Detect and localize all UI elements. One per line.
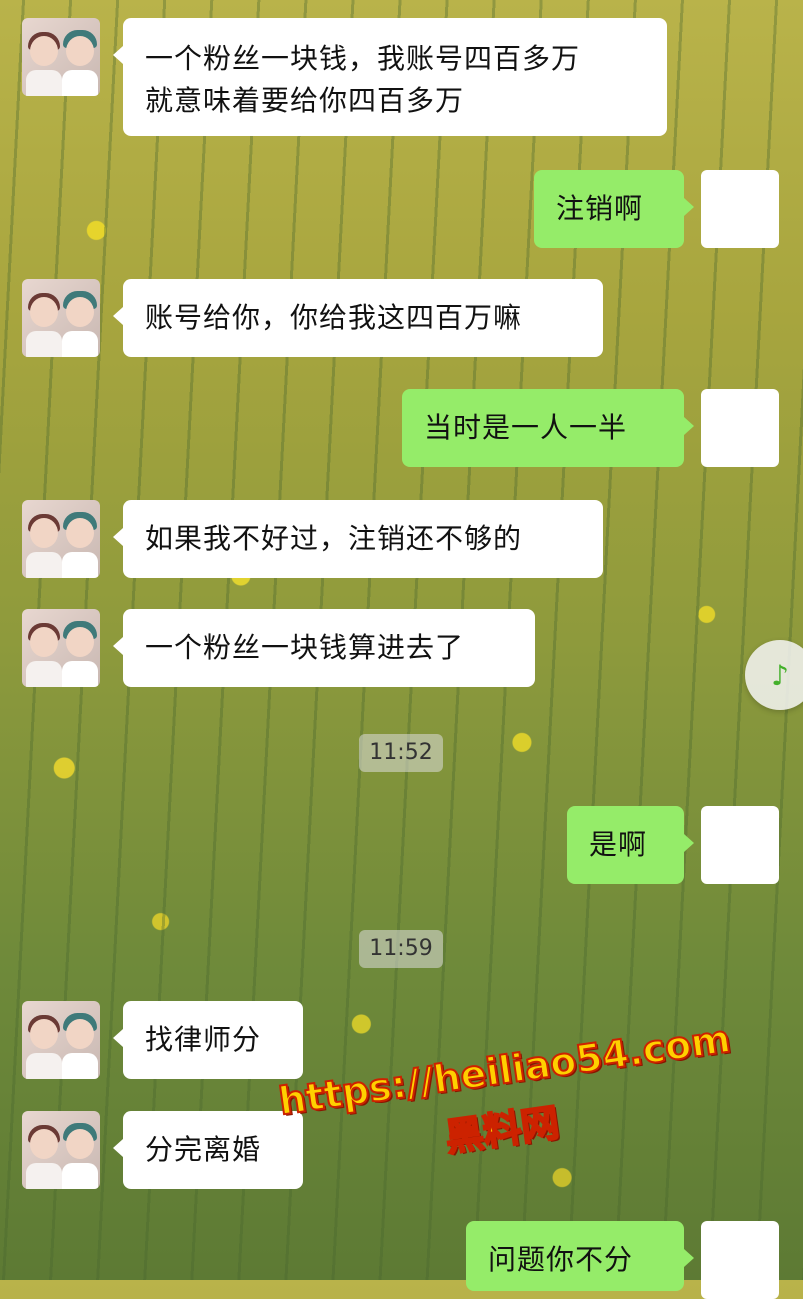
message-bubble-incoming[interactable]: 如果我不好过，注销还不够的 — [113, 500, 603, 578]
contact-avatar[interactable] — [22, 609, 100, 687]
my-avatar[interactable] — [701, 389, 779, 467]
contact-avatar[interactable] — [22, 1111, 100, 1189]
contact-avatar[interactable] — [22, 1001, 100, 1079]
message-bubble-incoming[interactable]: 一个粉丝一块钱，我账号四百多万 就意味着要给你四百多万 — [113, 18, 667, 136]
message-bubble-outgoing[interactable]: 问题你不分 — [466, 1221, 694, 1291]
contact-avatar[interactable] — [22, 18, 100, 96]
timestamp: 11:52 — [359, 734, 443, 772]
message-bubble-outgoing[interactable]: 当时是一人一半 — [402, 389, 694, 467]
my-avatar[interactable] — [701, 170, 779, 248]
message-bubble-incoming[interactable]: 一个粉丝一块钱算进去了 — [113, 609, 535, 687]
message-text: 如果我不好过，注销还不够的 — [145, 522, 523, 555]
message-text: 找律师分 — [145, 1023, 262, 1056]
message-bubble-outgoing[interactable]: 注销啊 — [534, 170, 694, 248]
message-text: 一个粉丝一块钱，我账号四百多万 — [145, 42, 581, 75]
message-text: 是啊 — [589, 828, 648, 861]
contact-avatar[interactable] — [22, 500, 100, 578]
contact-avatar[interactable] — [22, 279, 100, 357]
my-avatar[interactable] — [701, 806, 779, 884]
my-avatar[interactable] — [701, 1221, 779, 1299]
message-text: 问题你不分 — [488, 1243, 634, 1276]
timestamp: 11:59 — [359, 930, 443, 968]
message-text: 账号给你，你给我这四百万嘛 — [145, 301, 523, 334]
message-bubble-incoming[interactable]: 分完离婚 — [113, 1111, 303, 1189]
watermark: https://heiliao54.com 黑料网 — [275, 1015, 760, 1209]
message-text: 分完离婚 — [145, 1133, 262, 1166]
message-text: 一个粉丝一块钱算进去了 — [145, 631, 465, 664]
message-text: 就意味着要给你四百多万 — [145, 84, 465, 117]
message-text: 注销啊 — [556, 192, 644, 225]
message-bubble-incoming[interactable]: 找律师分 — [113, 1001, 303, 1079]
message-bubble-incoming[interactable]: 账号给你，你给我这四百万嘛 — [113, 279, 603, 357]
music-note-icon[interactable]: ♪ — [745, 640, 803, 710]
message-bubble-outgoing[interactable]: 是啊 — [567, 806, 694, 884]
message-text: 当时是一人一半 — [424, 411, 628, 444]
